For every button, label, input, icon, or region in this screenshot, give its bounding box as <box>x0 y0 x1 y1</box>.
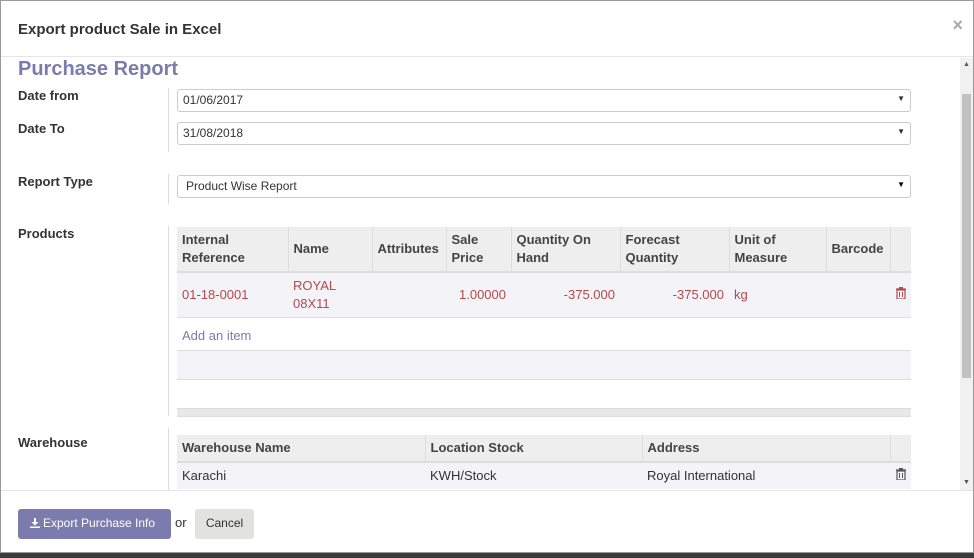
col-attributes[interactable]: Attributes <box>371 227 446 273</box>
date-to-select[interactable]: 31/08/2018 ▼ <box>177 122 911 145</box>
divider <box>168 226 169 416</box>
dialog-title: Export product Sale in Excel <box>18 21 222 38</box>
date-to-label: Date To <box>18 121 65 136</box>
report-type-select[interactable]: Product Wise Report ▼ <box>177 175 911 198</box>
export-button-label: Export Purchase Info <box>43 516 156 530</box>
caret-down-icon: ▼ <box>897 94 905 103</box>
cell-barcode[interactable] <box>826 272 890 318</box>
trash-icon[interactable] <box>890 462 911 489</box>
report-type-label: Report Type <box>18 174 93 189</box>
cell-name[interactable]: ROYAL 08X11 <box>288 272 372 318</box>
col-actions <box>889 227 911 273</box>
table-row[interactable]: 01-18-0001 ROYAL 08X11 1.00000 -375.000 … <box>177 272 911 318</box>
col-barcode[interactable]: Barcode <box>825 227 890 273</box>
vertical-scrollbar[interactable]: ▲ ▼ <box>960 58 973 490</box>
divider <box>168 174 169 204</box>
scroll-down-arrow-icon[interactable]: ▼ <box>962 478 971 488</box>
dialog-header: Export product Sale in Excel × <box>1 1 973 57</box>
warehouse-label: Warehouse <box>18 435 88 450</box>
cell-qty-on-hand[interactable]: -375.000 <box>511 272 620 318</box>
table-footer <box>177 408 911 417</box>
col-actions <box>889 435 911 463</box>
add-item-link[interactable]: Add an item <box>182 328 251 343</box>
or-label: or <box>175 515 187 530</box>
cell-ref[interactable]: 01-18-0001 <box>177 272 288 318</box>
col-warehouse-name[interactable]: Warehouse Name <box>177 435 425 463</box>
date-from-select[interactable]: 01/06/2017 ▼ <box>177 89 911 112</box>
date-to-value: 31/08/2018 <box>183 126 244 140</box>
col-uom[interactable]: Unit of Measure <box>728 227 826 273</box>
download-icon <box>30 518 40 528</box>
col-sale-price[interactable]: Sale Price <box>445 227 511 273</box>
cell-address[interactable]: Royal International <box>642 462 890 489</box>
close-icon[interactable]: × <box>952 15 963 36</box>
dialog-footer: Export Purchase Info or Cancel <box>1 490 973 554</box>
warehouse-header-row: Warehouse Name Location Stock Address <box>177 435 911 463</box>
divider <box>168 428 169 490</box>
products-table: Internal Reference Name Attributes Sale … <box>177 227 911 318</box>
caret-down-icon: ▼ <box>897 180 905 189</box>
products-header-row: Internal Reference Name Attributes Sale … <box>177 227 911 273</box>
col-address[interactable]: Address <box>641 435 890 463</box>
warehouse-table: Warehouse Name Location Stock Address Ka… <box>177 435 911 489</box>
export-purchase-info-button[interactable]: Export Purchase Info <box>18 509 171 539</box>
report-type-value: Product Wise Report <box>186 179 297 193</box>
cell-forecast[interactable]: -375.000 <box>620 272 729 318</box>
export-dialog: Export product Sale in Excel × Purchase … <box>0 0 974 553</box>
col-location-stock[interactable]: Location Stock <box>424 435 642 463</box>
scroll-up-arrow-icon[interactable]: ▲ <box>962 60 971 70</box>
table-row[interactable]: Karachi KWH/Stock Royal International <box>177 462 911 489</box>
cell-location[interactable]: KWH/Stock <box>425 462 642 489</box>
scroll-thumb[interactable] <box>962 94 971 378</box>
cell-warehouse-name[interactable]: Karachi <box>177 462 425 489</box>
col-qty-on-hand[interactable]: Quantity On Hand <box>510 227 620 273</box>
products-label: Products <box>18 226 75 241</box>
cell-sale-price[interactable]: 1.00000 <box>446 272 511 318</box>
dialog-body: Purchase Report Date from Date To 01/06/… <box>1 58 961 490</box>
report-title: Purchase Report <box>18 58 179 80</box>
date-from-value: 01/06/2017 <box>183 93 244 107</box>
cell-attributes[interactable] <box>372 272 446 318</box>
col-forecast[interactable]: Forecast Quantity <box>619 227 729 273</box>
caret-down-icon: ▼ <box>897 127 905 136</box>
divider <box>168 88 169 152</box>
cancel-button[interactable]: Cancel <box>195 509 254 539</box>
cell-uom[interactable]: kg <box>729 272 826 318</box>
trash-icon[interactable] <box>890 272 911 318</box>
date-from-label: Date from <box>18 88 79 103</box>
col-name[interactable]: Name <box>287 227 372 273</box>
col-internal-reference[interactable]: Internal Reference <box>177 227 288 273</box>
empty-row <box>177 350 911 380</box>
